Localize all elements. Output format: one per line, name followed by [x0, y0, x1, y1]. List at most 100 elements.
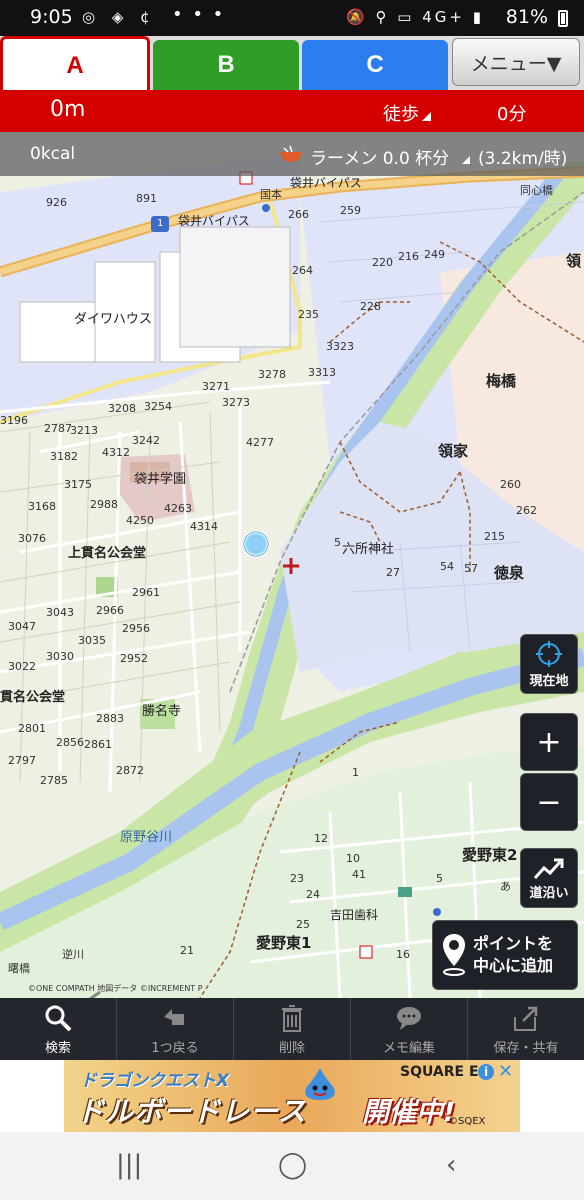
map-label-river: 原野谷川 [120, 830, 173, 845]
map-label-number: 220 [372, 256, 393, 269]
map-label-aino-higashi1: 愛野東1 [256, 934, 312, 952]
share-icon [514, 1006, 538, 1031]
map-label-bridge: 同心橋 [520, 184, 553, 197]
system-nav-bar: ||| ◯ ‹ [0, 1132, 584, 1200]
map-label-number: 24 [306, 888, 320, 901]
battery-percent: 81% [505, 6, 548, 28]
map-label-number: 1 [352, 766, 359, 779]
ad-title: ドラゴンクエストX [80, 1071, 230, 1091]
save-share-button[interactable]: 保存・共有 [468, 998, 584, 1060]
map-label-number: 3323 [326, 340, 354, 353]
map-label-aino-higashi2: 愛野東2 [462, 846, 518, 864]
slime-mascot-icon [305, 1068, 335, 1100]
map-label-ryoke: 領家 [438, 442, 469, 460]
zoom-out-button[interactable]: − [520, 773, 578, 831]
map-label-number: 260 [500, 478, 521, 491]
menu-button[interactable]: メニュー▼ [452, 38, 580, 86]
food-equivalent[interactable]: ラーメン 0.0 杯分 [310, 144, 449, 169]
map-label-number: 3278 [258, 368, 286, 381]
ad-creative[interactable]: ドラゴンクエストX ドルボードレース 開催中! SQUARE E i ✕ ©SQ… [64, 1060, 520, 1132]
map-label-number: 216 [398, 250, 419, 263]
route-time: 0分 [497, 104, 527, 125]
map-label-number: 4312 [102, 446, 130, 459]
map-label-number: 2883 [96, 712, 124, 725]
map-label-number: 3175 [64, 478, 92, 491]
add-point-center-button[interactable]: ポイントを 中心に追加 [432, 920, 578, 990]
recent-apps-icon[interactable]: ||| [116, 1150, 142, 1180]
map-label-number: 3271 [202, 380, 230, 393]
map-label-number: 228 [360, 300, 381, 313]
map-label-number: 4314 [190, 520, 218, 533]
trash-icon [282, 1005, 302, 1032]
ad-close-icon[interactable]: ✕ [498, 1061, 513, 1082]
back-icon[interactable]: ‹ [446, 1150, 456, 1180]
map-label-tokusen: 徳泉 [494, 564, 525, 582]
map-label-number: 21 [180, 944, 194, 957]
map-label-number: 3213 [70, 424, 98, 437]
delete-label: 削除 [278, 1041, 305, 1056]
add-point-line1: ポイントを [473, 934, 554, 953]
tab-route-c[interactable]: C [302, 40, 448, 90]
map-label-number: 3208 [108, 402, 136, 415]
ad-brand: SQUARE E [400, 1064, 479, 1080]
ad-copyright: ©SQEX [448, 1116, 486, 1127]
calorie-value: 0kcal [30, 144, 76, 164]
ad-info-icon[interactable]: i [478, 1064, 494, 1080]
ad-banner[interactable]: ドラゴンクエストX ドルボードレース 開催中! SQUARE E i ✕ ©SQ… [0, 1060, 584, 1132]
map-label-number: 4277 [246, 436, 274, 449]
map-label-number: 5 [334, 536, 341, 549]
route-tabs: A B C メニュー▼ [0, 36, 584, 92]
memo-edit-button[interactable]: メモ編集 [351, 998, 468, 1060]
map-label-number: 3168 [28, 500, 56, 513]
map-label-number: 2988 [90, 498, 118, 511]
map-label-number: 235 [298, 308, 319, 321]
map-label-number: 16 [396, 948, 410, 961]
search-button[interactable]: 検索 [0, 998, 117, 1060]
status-right-icons: 🔕 ⚲ ▭ 4G+ ▮ [346, 8, 484, 26]
map-label-number: 2961 [132, 586, 160, 599]
map-label-number: 2952 [120, 652, 148, 665]
map-label-national-road: 国本 [260, 188, 282, 201]
map-label-number: 3076 [18, 532, 46, 545]
zoom-in-button[interactable]: + [520, 713, 578, 771]
map-label-school: 袋井学園 [134, 472, 187, 487]
map-view[interactable]: 891 926 266 259 264 220 216 249 235 228 … [0, 132, 584, 998]
home-icon[interactable]: ◯ [278, 1150, 307, 1180]
battery-icon [558, 10, 568, 27]
map-label-number: 259 [340, 204, 361, 217]
map-label-edge: 領 [566, 252, 582, 270]
travel-mode-selector[interactable]: 徒歩 [383, 100, 419, 126]
map-label-number: 266 [288, 208, 309, 221]
undo-icon [164, 1009, 184, 1025]
map-label-bypass: 袋井バイパス [290, 176, 362, 190]
map-label-kamikanna: 上貫名公会堂 [68, 546, 147, 561]
food-dropdown-icon[interactable] [462, 156, 470, 164]
save-share-label: 保存・共有 [493, 1041, 559, 1056]
travel-mode-dropdown-icon[interactable] [422, 112, 431, 121]
map-label-number: 3196 [0, 414, 28, 427]
map-label-number: 2861 [84, 738, 112, 751]
map-label-number: 926 [46, 196, 67, 209]
map-label-number: 3035 [78, 634, 106, 647]
map-label-number: 2856 [56, 736, 84, 749]
map-label-number: 3254 [144, 400, 172, 413]
map-label-number: 3313 [308, 366, 336, 379]
memo-icon [397, 1007, 421, 1030]
map-label-number: 3022 [8, 660, 36, 673]
along-road-button[interactable]: 道沿い [520, 848, 578, 908]
undo-button[interactable]: 1つ戻る [117, 998, 234, 1060]
map-label-number: 2801 [18, 722, 46, 735]
tab-route-a[interactable]: A [0, 36, 150, 92]
crosshair-icon [536, 640, 562, 667]
undo-label: 1つ戻る [151, 1041, 199, 1056]
map-copyright: ©ONE COMPATH 地図データ ©INCREMENT P [28, 984, 203, 993]
add-point-line2: 中心に追加 [473, 956, 554, 975]
notification-icons: ◎ ◈ ¢ [82, 8, 156, 26]
delete-button[interactable]: 削除 [234, 998, 351, 1060]
tab-route-b[interactable]: B [153, 40, 299, 90]
add-point-label: ポイントを 中心に追加 [473, 933, 553, 977]
map-pin-icon [443, 934, 465, 976]
current-location-button[interactable]: 現在地 [520, 634, 578, 694]
map-label-daiwa: ダイワハウス [74, 312, 152, 327]
map-label-number: 2966 [96, 604, 124, 617]
